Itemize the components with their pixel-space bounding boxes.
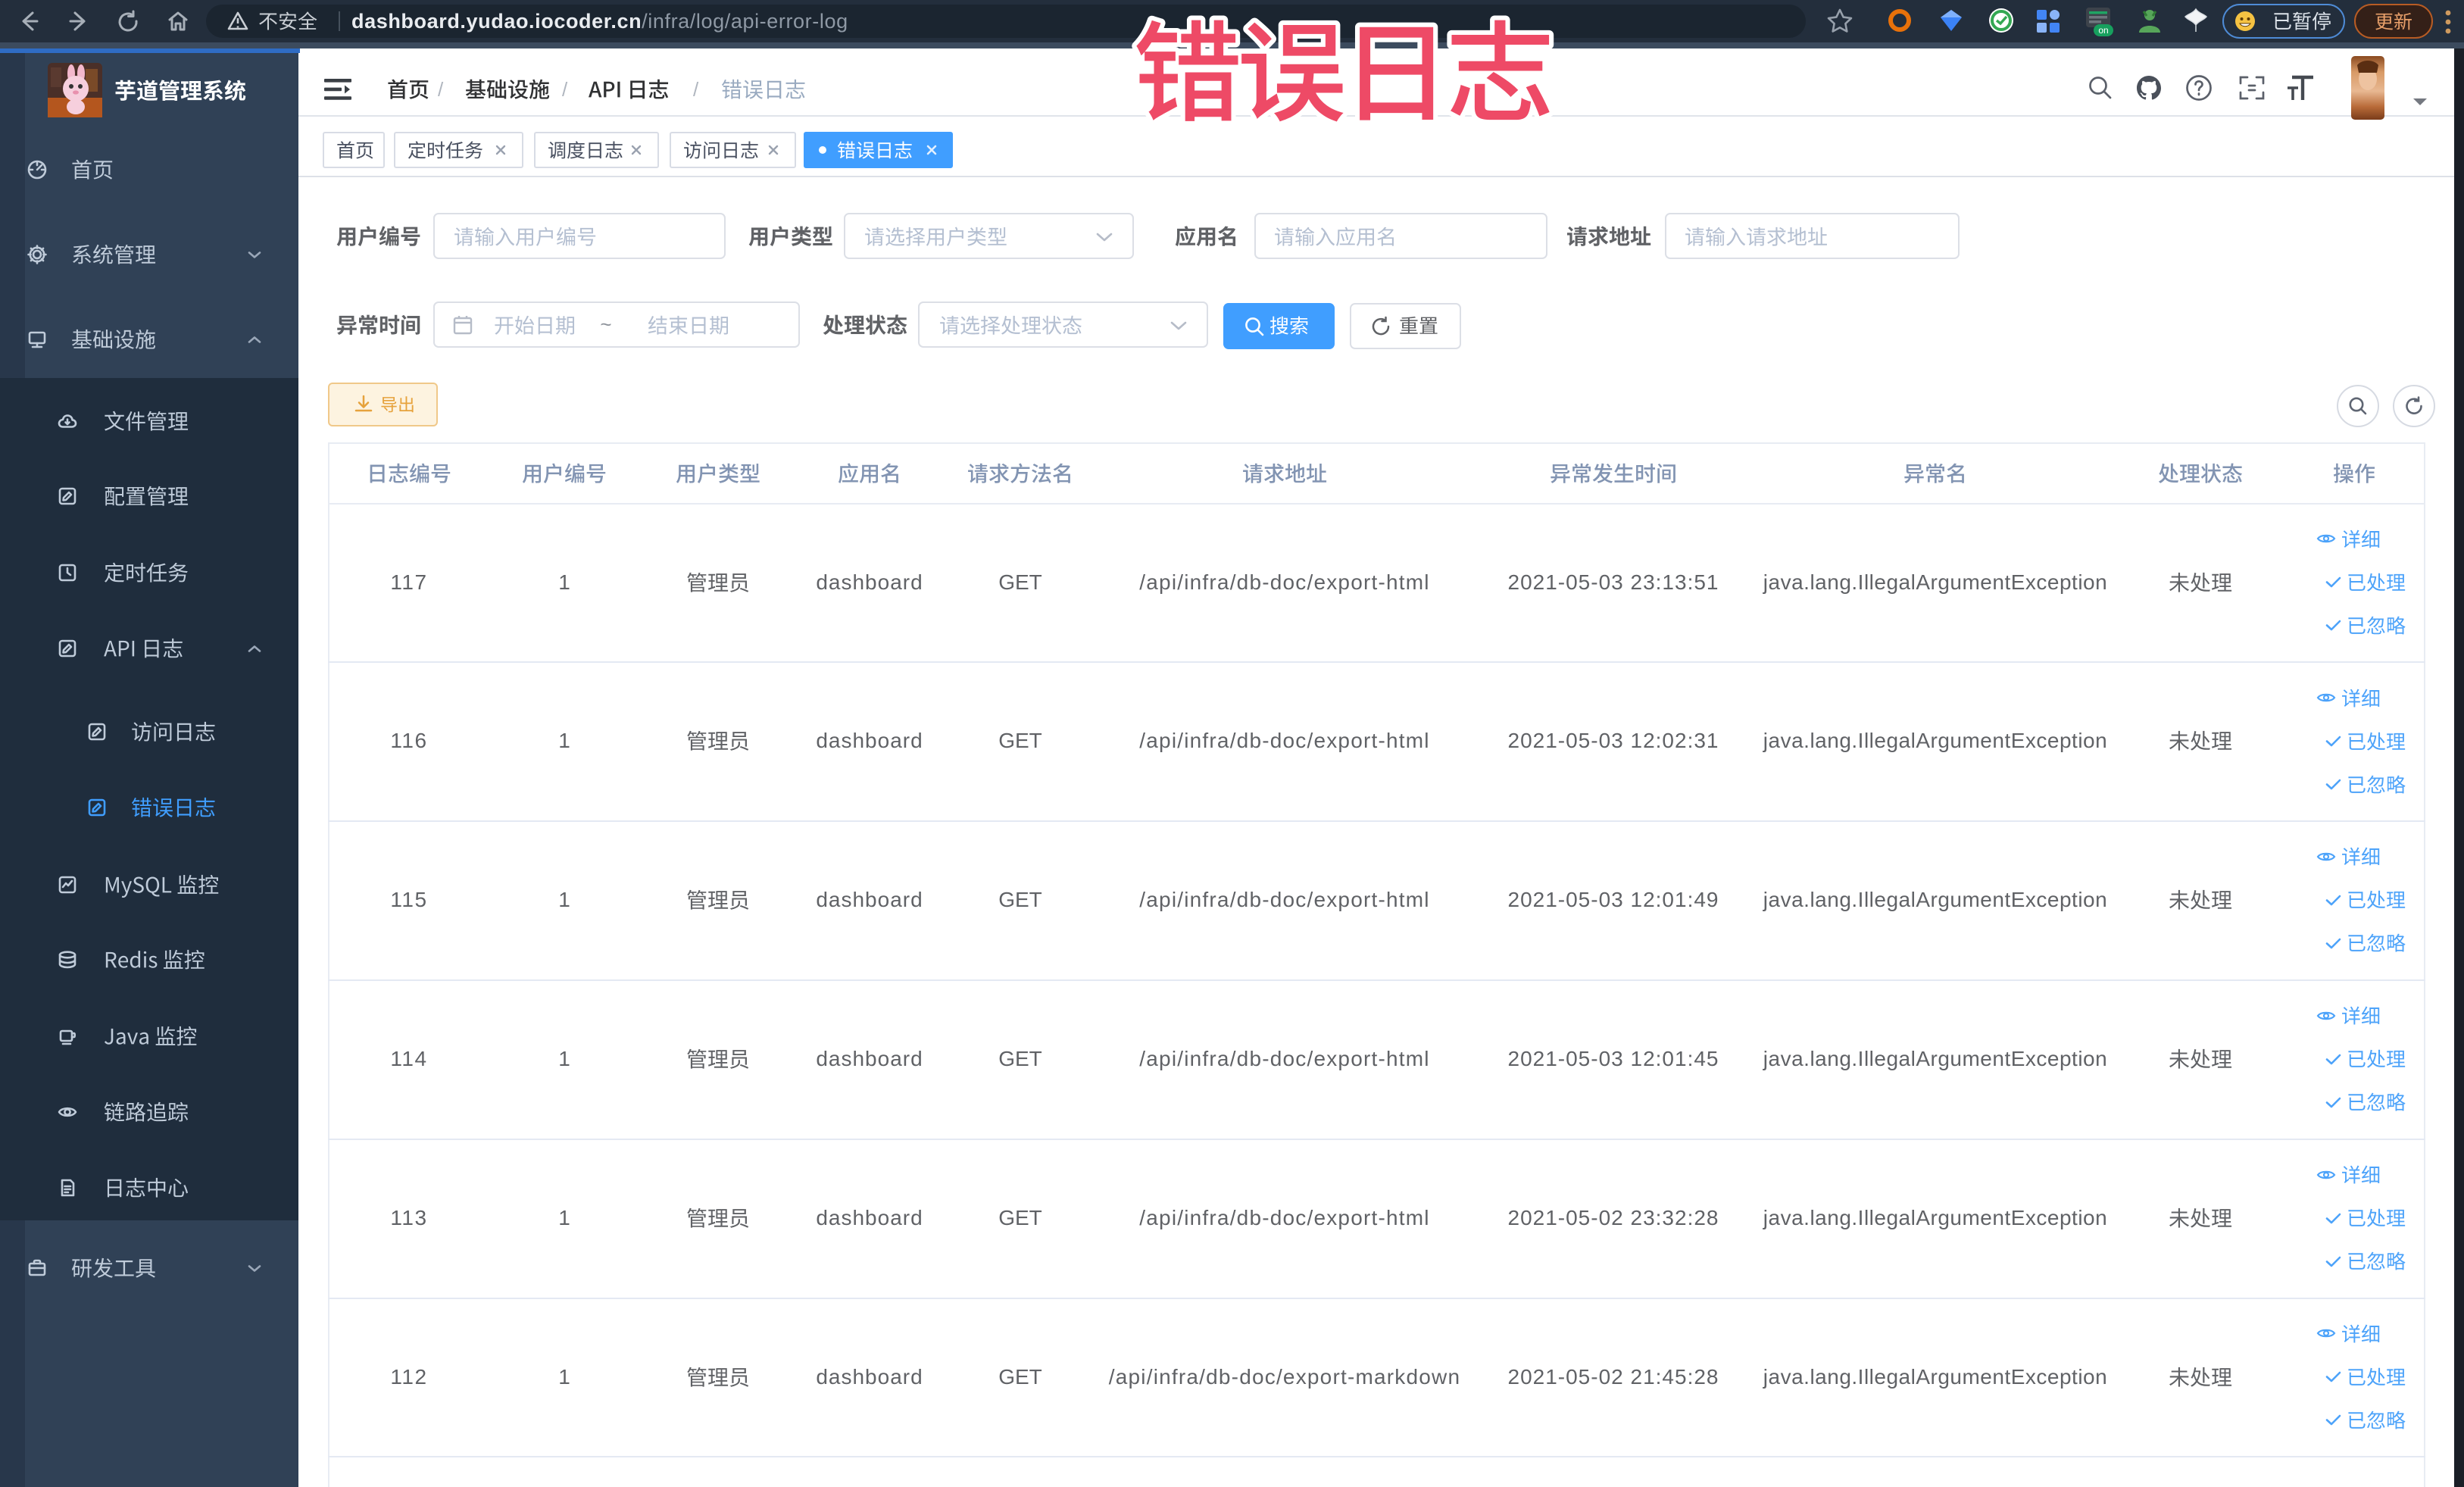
svg-text:on: on <box>2098 25 2108 36</box>
